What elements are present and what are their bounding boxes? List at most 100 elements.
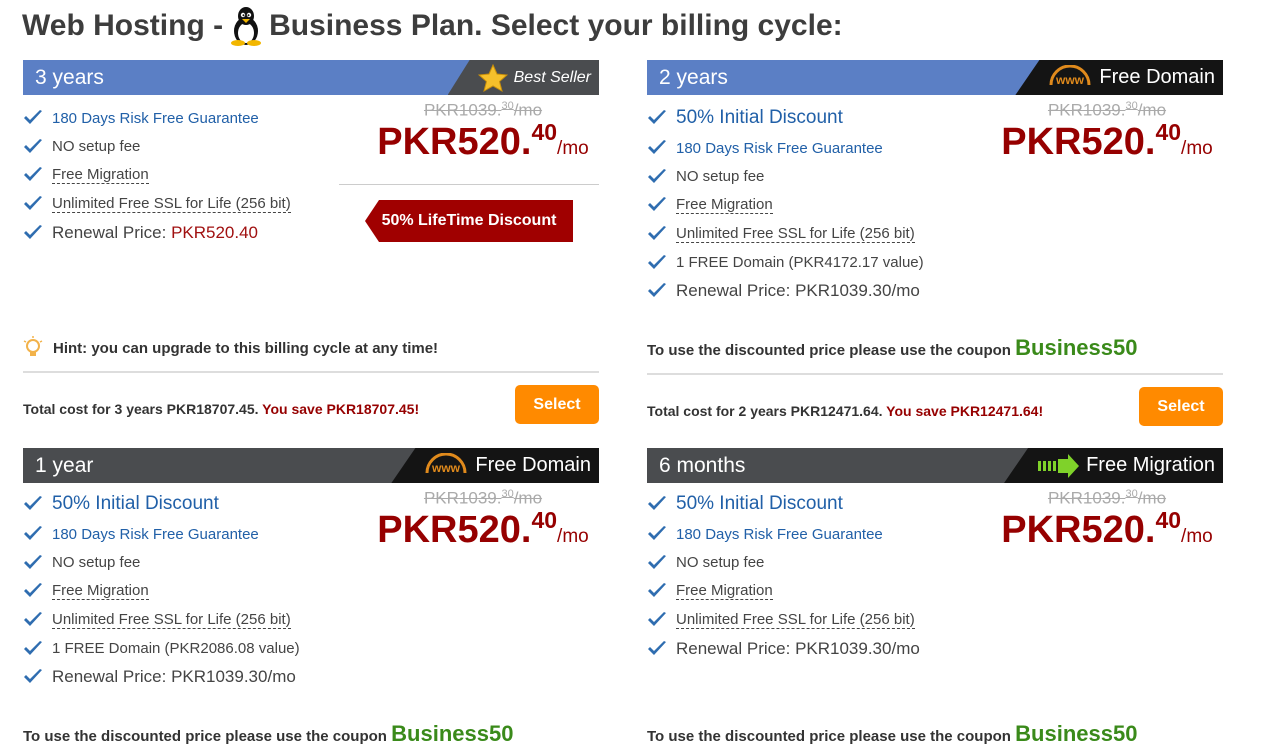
feature-item: NO setup fee <box>23 133 291 162</box>
check-icon <box>647 225 667 243</box>
section-divider <box>647 373 1223 375</box>
renewal-price: Renewal Price: PKR1039.30/mo <box>23 663 300 692</box>
feature-label[interactable]: 180 Days Risk Free Guarantee <box>52 526 259 543</box>
price-block: PKR1039.30/mo PKR520.40/mo <box>991 100 1223 164</box>
check-icon <box>23 525 43 543</box>
old-price-main: PKR1039. <box>1047 488 1126 508</box>
price-divider <box>339 184 599 185</box>
feature-label[interactable]: 180 Days Risk Free Guarantee <box>676 140 883 157</box>
feature-item: 1 FREE Domain (PKR2086.08 value) <box>23 634 300 663</box>
feature-item: Unlimited Free SSL for Life (256 bit) <box>647 606 920 635</box>
check-icon <box>647 640 667 658</box>
feature-label[interactable]: Unlimited Free SSL for Life (256 bit) <box>52 611 291 630</box>
plan-cycle-label: 3 years <box>35 66 104 89</box>
feature-item: NO setup fee <box>23 549 300 578</box>
feature-item: 180 Days Risk Free Guarantee <box>23 104 291 133</box>
migration-arrow-icon <box>1038 453 1080 478</box>
renewal-value: PKR1039.30/mo <box>795 281 920 301</box>
old-price-main: PKR1039. <box>423 100 502 120</box>
feature-label[interactable]: Free Migration <box>52 166 149 185</box>
feature-label[interactable]: Free Migration <box>676 582 773 601</box>
savings-text: You save PKR12471.64! <box>886 403 1044 419</box>
current-price: PKR520.40/mo <box>991 119 1223 164</box>
initial-discount-label: 50% Initial Discount <box>676 493 843 514</box>
badge-label: Free Migration <box>1086 454 1215 476</box>
check-icon <box>23 495 43 513</box>
free-domain-badge: www Free Domain <box>1015 60 1223 95</box>
check-icon <box>647 168 667 186</box>
renewal-price: Renewal Price: PKR1039.30/mo <box>647 277 924 306</box>
current-price: PKR520.40/mo <box>367 507 599 552</box>
old-price-unit: /mo <box>513 100 543 120</box>
check-icon <box>647 254 667 272</box>
page-title-suffix: Business Plan. Select your billing cycle… <box>269 9 843 42</box>
price-main: PKR520. <box>1001 508 1156 551</box>
old-price-cents: 30 <box>501 488 514 500</box>
price-block: PKR1039.30/mo PKR520.40/mo <box>991 488 1223 552</box>
check-icon <box>23 224 43 242</box>
initial-discount: 50% Initial Discount <box>647 102 924 134</box>
total-cost: Total cost for 3 years PKR18707.45. You … <box>23 401 419 417</box>
old-price-main: PKR1039. <box>1047 100 1126 120</box>
feature-item: 180 Days Risk Free Guarantee <box>647 134 924 163</box>
svg-text:www: www <box>431 461 461 475</box>
feature-label[interactable]: Free Migration <box>52 582 149 601</box>
feature-label[interactable]: Unlimited Free SSL for Life (256 bit) <box>676 611 915 630</box>
plan-header: 3 years Best Seller <box>23 60 599 95</box>
coupon-text: To use the discounted price please use t… <box>647 728 1011 745</box>
plan-1-year: 1 year www Free Domain 50% Initial Disco… <box>23 448 599 752</box>
price-cents: 40 <box>531 118 558 145</box>
check-icon <box>23 668 43 686</box>
www-icon: www <box>425 452 467 475</box>
feature-label: NO setup fee <box>676 168 765 186</box>
feature-item: 1 FREE Domain (PKR4172.17 value) <box>647 248 924 277</box>
renewal-price: Renewal Price: PKR1039.30/mo <box>647 634 920 663</box>
plan-2-years: 2 years www Free Domain 50% Initial Disc… <box>647 60 1223 426</box>
check-icon <box>23 195 43 213</box>
feature-label[interactable]: Free Migration <box>676 196 773 215</box>
price-block: PKR1039.30/mo PKR520.40/mo <box>367 488 599 552</box>
feature-label[interactable]: 180 Days Risk Free Guarantee <box>52 110 259 127</box>
feature-label[interactable]: Unlimited Free SSL for Life (256 bit) <box>52 195 291 214</box>
feature-label[interactable]: 180 Days Risk Free Guarantee <box>676 526 883 543</box>
feature-item: Unlimited Free SSL for Life (256 bit) <box>647 220 924 249</box>
price-unit: /mo <box>1181 137 1213 159</box>
feature-label[interactable]: Unlimited Free SSL for Life (256 bit) <box>676 225 915 244</box>
coupon-text: To use the discounted price please use t… <box>647 342 1011 359</box>
select-button[interactable]: Select <box>1139 387 1223 426</box>
coupon-code: Business50 <box>1015 721 1138 746</box>
renewal-value: PKR1039.30/mo <box>795 638 920 658</box>
old-price-unit: /mo <box>1137 488 1167 508</box>
savings-text: You save PKR18707.45! <box>262 401 420 417</box>
feature-list: 50% Initial Discount 180 Days Risk Free … <box>647 102 924 306</box>
old-price: PKR1039.30/mo <box>367 100 599 121</box>
feature-item: Free Migration <box>647 577 920 606</box>
check-icon <box>23 611 43 629</box>
price-main: PKR520. <box>377 508 532 551</box>
plan-cycle-label: 6 months <box>659 454 746 477</box>
old-price: PKR1039.30/mo <box>991 100 1223 121</box>
plan-cycle-label: 2 years <box>659 66 728 89</box>
price-unit: /mo <box>557 137 589 159</box>
coupon-note: To use the discounted price please use t… <box>647 721 1137 747</box>
renewal-label: Renewal Price: <box>52 667 167 687</box>
total-text: Total cost for 2 years PKR12471.64. <box>647 403 883 419</box>
check-icon <box>647 525 667 543</box>
old-price-main: PKR1039. <box>423 488 502 508</box>
lifetime-discount-ribbon: 50% LifeTime Discount <box>365 200 573 242</box>
coupon-note: To use the discounted price please use t… <box>647 335 1137 361</box>
badge-label: Best Seller <box>513 69 591 86</box>
star-icon <box>477 63 508 92</box>
check-icon <box>647 282 667 300</box>
select-button[interactable]: Select <box>515 385 599 424</box>
feature-list: 50% Initial Discount 180 Days Risk Free … <box>23 488 300 692</box>
renewal-label: Renewal Price: <box>52 222 167 242</box>
plan-header: 2 years www Free Domain <box>647 60 1223 95</box>
price-main: PKR520. <box>1001 120 1156 163</box>
feature-item: Unlimited Free SSL for Life (256 bit) <box>23 190 291 219</box>
page-title-prefix: Web Hosting - <box>22 9 224 42</box>
check-icon <box>23 554 43 572</box>
check-icon <box>23 582 43 600</box>
page-title: Web Hosting - Business Plan. Select your… <box>22 6 843 46</box>
feature-item: Unlimited Free SSL for Life (256 bit) <box>23 606 300 635</box>
